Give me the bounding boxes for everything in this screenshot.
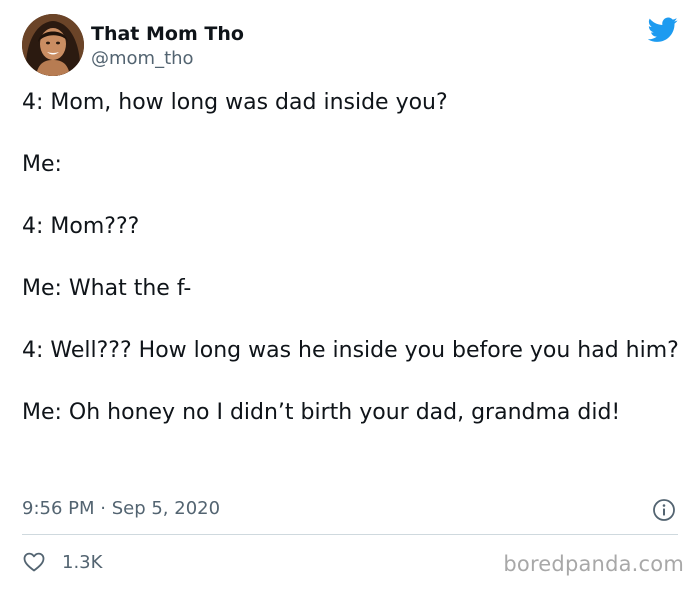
tweet-line: Me: Oh honey no I didn’t birth your dad,… [22,400,621,425]
tweet-timestamp[interactable]: 9:56 PM · Sep 5, 2020 [22,497,220,521]
avatar[interactable] [22,14,84,76]
author-names: That Mom Tho @mom_tho [91,22,244,71]
author-handle[interactable]: @mom_tho [91,47,244,71]
twitter-bird-icon[interactable] [648,17,678,43]
heart-icon[interactable] [22,550,46,574]
tweet-line: 4: Mom, how long was dad inside you? [22,90,448,115]
tweet-line: Me: What the f- [22,276,192,301]
author-display-name[interactable]: That Mom Tho [91,22,244,46]
tweet-text: 4: Mom, how long was dad inside you? Me:… [22,88,682,460]
tweet-line: Me: [22,152,62,177]
info-icon[interactable] [652,498,676,522]
watermark: boredpanda.com [503,552,684,576]
like-count: 1.3K [62,551,103,573]
tweet-card: That Mom Tho @mom_tho 4: Mom, how long w… [0,0,700,589]
tweet-line: 4: Well??? How long was he inside you be… [22,338,679,363]
avatar-image [22,14,84,76]
divider [22,534,678,535]
tweet-line: 4: Mom??? [22,214,140,239]
tweet-header: That Mom Tho @mom_tho [22,14,682,80]
like-button[interactable]: 1.3K [22,548,102,576]
